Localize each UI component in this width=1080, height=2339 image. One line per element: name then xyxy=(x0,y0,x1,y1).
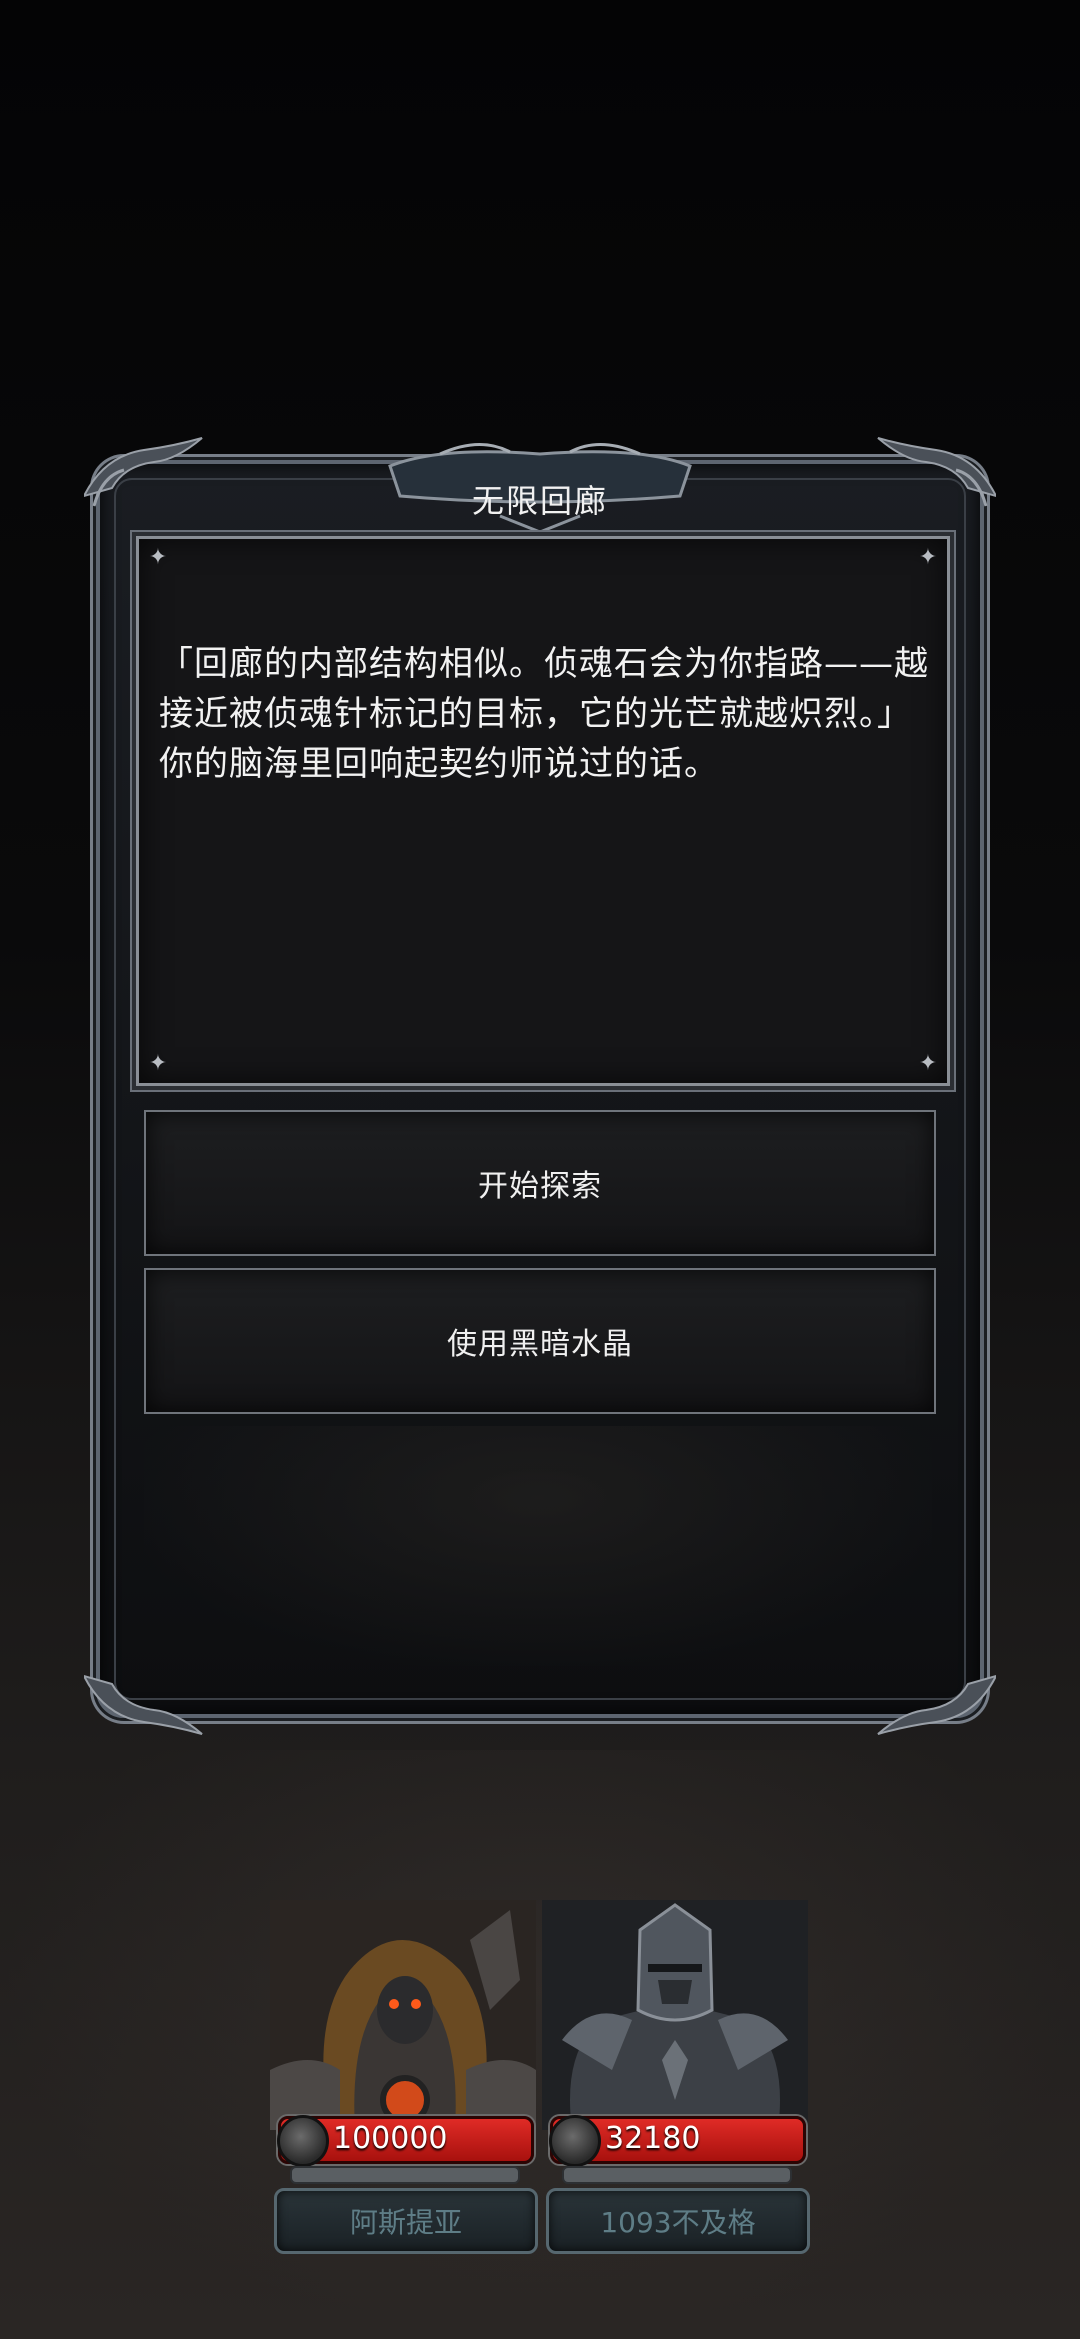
party-member-card[interactable]: 100000 阿斯提亚 xyxy=(270,1900,538,2254)
choice-label: 开始探索 xyxy=(478,1169,602,1204)
dialog-title: 无限回廊 xyxy=(471,482,608,520)
story-panel: ✦ ✦ ✦ ✦ 「回廊的内部结构相似。侦魂石会为你指路——越接近被侦魂针标记的目… xyxy=(136,536,950,1086)
hp-bar: 100000 xyxy=(277,2115,534,2167)
armored-knight-portrait xyxy=(542,1900,808,2130)
choice-label: 使用黑暗水晶 xyxy=(447,1327,633,1362)
sparkle-icon: ✦ xyxy=(148,545,168,570)
hp-blade-icon xyxy=(277,2115,329,2167)
dialog-empty-area xyxy=(144,1426,932,1666)
energy-bar xyxy=(562,2166,792,2184)
sparkle-icon: ✦ xyxy=(148,1051,168,1076)
frame-ornament-icon xyxy=(877,1674,996,1735)
hero-name-plate: 阿斯提亚 xyxy=(274,2188,538,2254)
hero-name-plate: 1093不及格 xyxy=(546,2188,810,2254)
hero-name: 1093不及格 xyxy=(600,2206,756,2239)
frame-ornament-icon xyxy=(84,1674,203,1735)
sparkle-icon: ✦ xyxy=(918,545,938,570)
hp-value: 32180 xyxy=(605,2121,701,2156)
hero-name: 阿斯提亚 xyxy=(349,2206,462,2239)
hp-value: 100000 xyxy=(333,2121,448,2156)
frame-ornament-icon xyxy=(84,437,203,507)
background-fog xyxy=(0,1750,1080,2339)
story-text: 「回廊的内部结构相似。侦魂石会为你指路——越接近被侦魂针标记的目标，它的光芒就越… xyxy=(159,644,929,784)
hp-blade-icon xyxy=(549,2115,601,2167)
hp-bar: 32180 xyxy=(549,2115,806,2167)
use-dark-crystal-button[interactable]: 使用黑暗水晶 xyxy=(144,1268,936,1414)
frame-ornament-icon xyxy=(877,437,996,507)
energy-bar xyxy=(290,2166,520,2184)
start-explore-button[interactable]: 开始探索 xyxy=(144,1110,936,1256)
party-member-card[interactable]: 32180 1093不及格 xyxy=(542,1900,810,2254)
hooded-hero-portrait xyxy=(270,1900,536,2130)
sparkle-icon: ✦ xyxy=(918,1051,938,1076)
event-dialog: 无限回廊 ✦ ✦ ✦ ✦ 「回廊的内部结构相似。侦魂石会为你指路——越接近被侦魂… xyxy=(84,436,996,1735)
